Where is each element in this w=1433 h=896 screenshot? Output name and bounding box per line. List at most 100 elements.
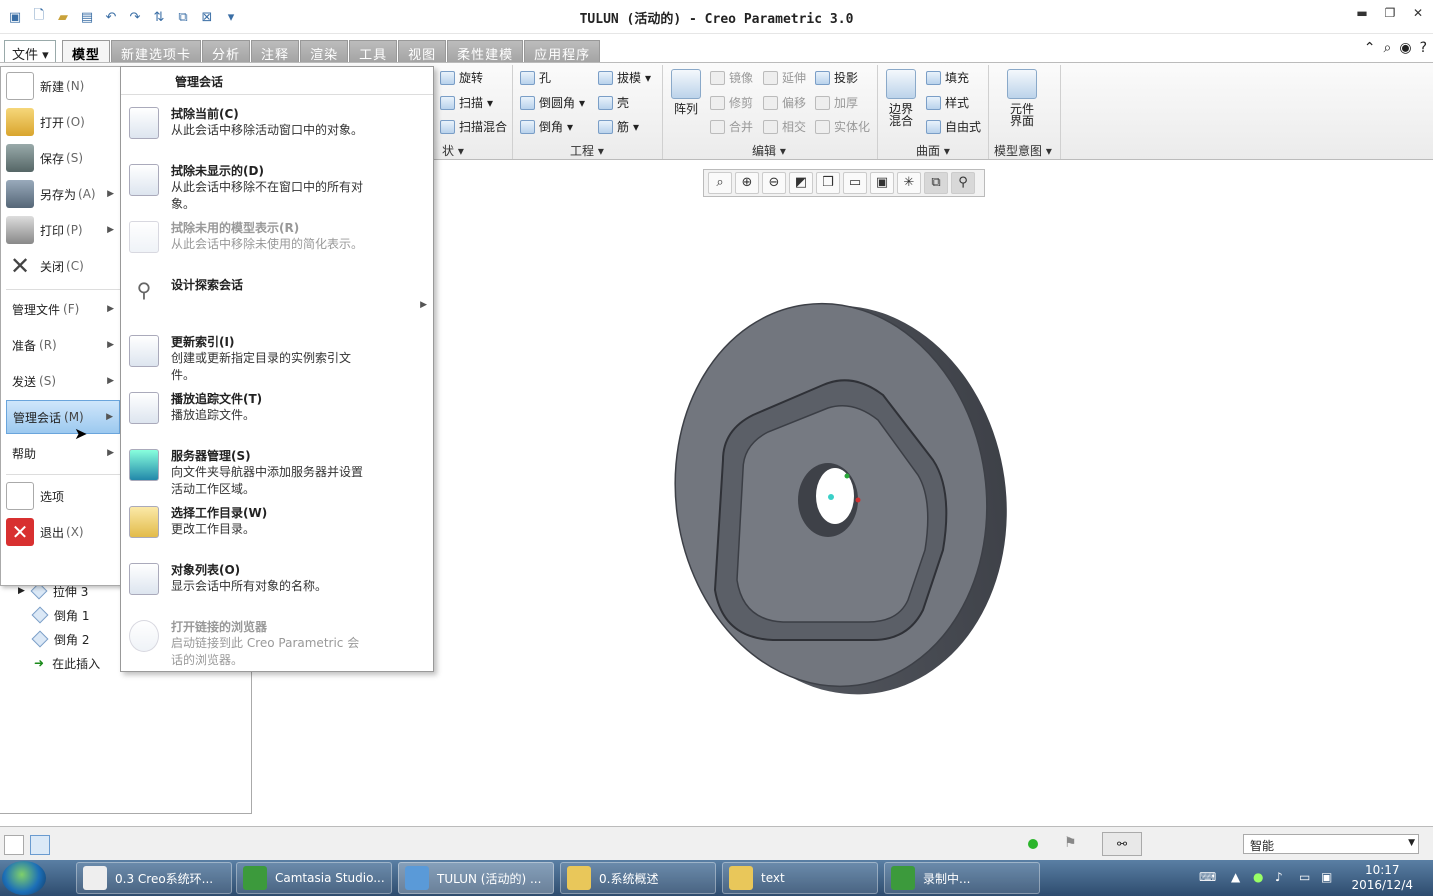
tab-applications[interactable]: 应用程序	[524, 40, 601, 63]
menu-new[interactable]: 新建 (N)	[6, 69, 120, 103]
engineering-group-label[interactable]: 工程 ▾	[570, 142, 604, 159]
boundary-blend-button[interactable]: 边界混合	[884, 69, 918, 127]
tab-view[interactable]: 视图	[398, 40, 447, 63]
swept-blend-button[interactable]: 扫描混合	[440, 118, 507, 135]
fill-button[interactable]: 填充	[926, 69, 969, 86]
tree-item[interactable]: 倒角 1	[18, 603, 100, 627]
shell-button[interactable]: 壳	[598, 94, 629, 111]
round-button[interactable]: 倒圆角 ▾	[520, 94, 585, 111]
file-tab[interactable]: 文件 ▾	[4, 40, 56, 63]
start-button[interactable]	[2, 861, 46, 895]
network-icon[interactable]: ●	[1253, 870, 1263, 884]
component-interface-button[interactable]: 元件界面	[1004, 69, 1040, 127]
taskbar-item-camtasia[interactable]: Camtasia Studio...	[236, 862, 392, 894]
intersect-button[interactable]: 相交	[763, 118, 806, 135]
chamfer-button[interactable]: 倒角 ▾	[520, 118, 573, 135]
menu-manage-file[interactable]: 管理文件 (F) ▶	[6, 292, 120, 326]
minimize-ribbon-icon[interactable]: ⌃	[1364, 40, 1376, 56]
clock[interactable]: 10:17 2016/12/4	[1351, 863, 1413, 893]
menu-open[interactable]: 打开 (O)	[6, 105, 120, 139]
extend-button[interactable]: 延伸	[763, 69, 806, 86]
trim-button[interactable]: 修剪	[710, 94, 753, 111]
search-icon[interactable]: ⌕	[1384, 40, 1392, 56]
menu-close[interactable]: ✕ 关闭 (C)	[6, 249, 120, 283]
show-hidden-icons[interactable]: ▲	[1231, 870, 1240, 884]
sweep-button[interactable]: 扫描 ▾	[440, 94, 493, 111]
tab-flexible[interactable]: 柔性建模	[447, 40, 524, 63]
mirror-button[interactable]: 镜像	[710, 69, 753, 86]
tab-model[interactable]: 模型	[62, 40, 111, 63]
annotation-display-icon[interactable]: ⧉	[924, 172, 948, 194]
taskbar-item-text[interactable]: text	[722, 862, 878, 894]
community-icon[interactable]: ◉	[1399, 40, 1411, 56]
saved-orientations-icon[interactable]: ▭	[843, 172, 867, 194]
open-linked-browser-item[interactable]: 打开链接的浏览器 启动链接到此 Creo Parametric 会话的浏览器。	[121, 616, 433, 672]
flag-icon[interactable]: ⚑	[1064, 835, 1077, 851]
draft-button[interactable]: 拔模 ▾	[598, 69, 651, 86]
erase-not-displayed-item[interactable]: 拭除未显示的(D) 从此会话中移除不在窗口中的所有对象。	[121, 160, 433, 216]
tab-render[interactable]: 渲染	[300, 40, 349, 63]
shape-group-label[interactable]: 状 ▾	[442, 142, 464, 159]
menu-prepare[interactable]: 准备 (R) ▶	[6, 328, 120, 362]
zoom-in-icon[interactable]: ⊕	[735, 172, 759, 194]
selection-filter[interactable]: 智能 ▼	[1243, 834, 1419, 854]
menu-help[interactable]: 帮助 ▶	[6, 436, 120, 470]
object-list-item[interactable]: 对象列表(O) 显示会话中所有对象的名称。	[121, 559, 433, 615]
menu-options[interactable]: 选项	[6, 479, 120, 513]
spin-center-icon[interactable]: ⚲	[951, 172, 975, 194]
menu-save[interactable]: 保存 (S)	[6, 141, 120, 175]
repaint-icon[interactable]: ◩	[789, 172, 813, 194]
minimize-icon[interactable]: ▬	[1355, 6, 1369, 22]
tree-item-insert-here[interactable]: ➜ 在此插入	[18, 651, 100, 675]
select-working-dir-item[interactable]: 选择工作目录(W) 更改工作目录。	[121, 502, 433, 558]
taskbar-item-pdf[interactable]: 0.3 Creo系统环...	[76, 862, 232, 894]
tab-annotate[interactable]: 注释	[251, 40, 300, 63]
restore-icon[interactable]: ❐	[1383, 6, 1397, 22]
find-binoculars-icon[interactable]: ⚯	[1102, 832, 1142, 856]
display-style-icon[interactable]: ❒	[816, 172, 840, 194]
tab-tools[interactable]: 工具	[349, 40, 398, 63]
taskbar-item-folder[interactable]: 0.系统概述	[560, 862, 716, 894]
volume-icon[interactable]: ♪	[1275, 870, 1283, 884]
keyboard-icon[interactable]: ⌨	[1199, 870, 1216, 884]
solidify-button[interactable]: 实体化	[815, 118, 870, 135]
taskbar-item-creo[interactable]: TULUN (活动的) ...	[398, 862, 554, 894]
tree-item[interactable]: 倒角 2	[18, 627, 100, 651]
model-intent-group-label[interactable]: 模型意图 ▾	[994, 142, 1052, 159]
freestyle-button[interactable]: 自由式	[926, 118, 981, 135]
update-index-item[interactable]: 更新索引(I) 创建或更新指定目录的实例索引文件。	[121, 331, 433, 387]
style-button[interactable]: 样式	[926, 94, 969, 111]
erase-unused-reps-item[interactable]: 拭除未用的模型表示(R) 从此会话中移除未使用的简化表示。	[121, 217, 433, 273]
tab-analysis[interactable]: 分析	[202, 40, 251, 63]
rib-button[interactable]: 筋 ▾	[598, 118, 639, 135]
hole-button[interactable]: 孔	[520, 69, 551, 86]
refit-icon[interactable]: ⌕	[708, 172, 732, 194]
tab-new[interactable]: 新建选项卡	[111, 40, 202, 63]
close-icon[interactable]: ✕	[1411, 6, 1425, 22]
thicken-button[interactable]: 加厚	[815, 94, 858, 111]
server-management-item[interactable]: 服务器管理(S) 向文件夹导航器中添加服务器并设置活动工作区域。	[121, 445, 433, 501]
erase-current-item[interactable]: 拭除当前(C) 从此会话中移除活动窗口中的对象。	[121, 103, 433, 159]
offset-button[interactable]: 偏移	[763, 94, 806, 111]
menu-exit[interactable]: ✕ 退出 (X)	[6, 515, 120, 549]
show-browser-icon[interactable]	[30, 835, 50, 855]
play-trail-item[interactable]: 播放追踪文件(T) 播放追踪文件。	[121, 388, 433, 444]
battery-icon[interactable]: ▭	[1299, 870, 1310, 884]
revolve-button[interactable]: 旋转	[440, 69, 483, 86]
datum-display-icon[interactable]: ✳	[897, 172, 921, 194]
merge-button[interactable]: 合并	[710, 118, 753, 135]
zoom-out-icon[interactable]: ⊖	[762, 172, 786, 194]
menu-send[interactable]: 发送 (S) ▶	[6, 364, 120, 398]
display-icon[interactable]: ▣	[1321, 870, 1332, 884]
show-tree-icon[interactable]	[4, 835, 24, 855]
project-button[interactable]: 投影	[815, 69, 858, 86]
menu-save-as[interactable]: 另存为 (A) ▶	[6, 177, 120, 211]
view-manager-icon[interactable]: ▣	[870, 172, 894, 194]
help-icon[interactable]: ?	[1420, 40, 1427, 56]
edit-group-label[interactable]: 编辑 ▾	[752, 142, 786, 159]
pattern-button[interactable]: 阵列	[670, 69, 702, 115]
menu-print[interactable]: 打印 (P) ▶	[6, 213, 120, 247]
taskbar-item-recording[interactable]: 录制中...	[884, 862, 1040, 894]
menu-manage-session[interactable]: 管理会话 (M) ▶	[6, 400, 120, 434]
surface-group-label[interactable]: 曲面 ▾	[916, 142, 950, 159]
